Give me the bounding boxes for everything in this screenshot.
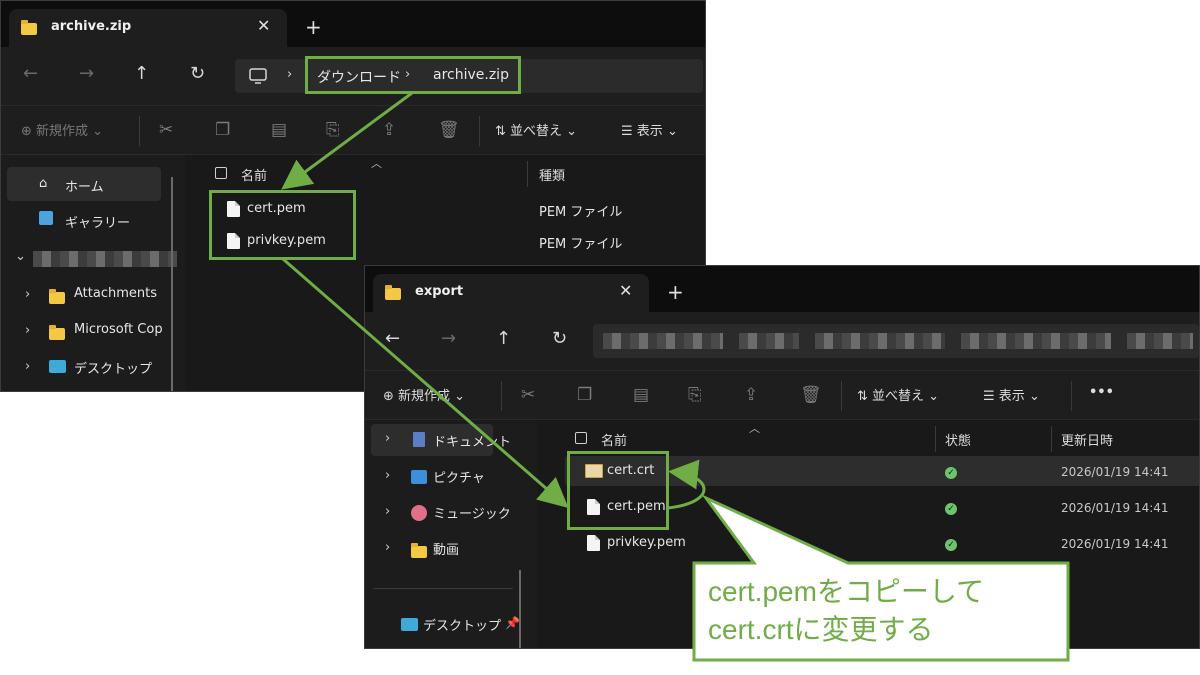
arrow-rename (667, 459, 706, 510)
callout-line-1: cert.pemをコピーして (708, 576, 985, 607)
annotation-overlay (281, 91, 1070, 662)
callout-line-2: cert.crtに変更する (708, 614, 934, 645)
arrow-copy-to-export (282, 257, 569, 508)
arrow-breadcrumb-to-files (281, 91, 413, 190)
callout-text: cert.pemをコピーして cert.crtに変更する (708, 573, 984, 649)
